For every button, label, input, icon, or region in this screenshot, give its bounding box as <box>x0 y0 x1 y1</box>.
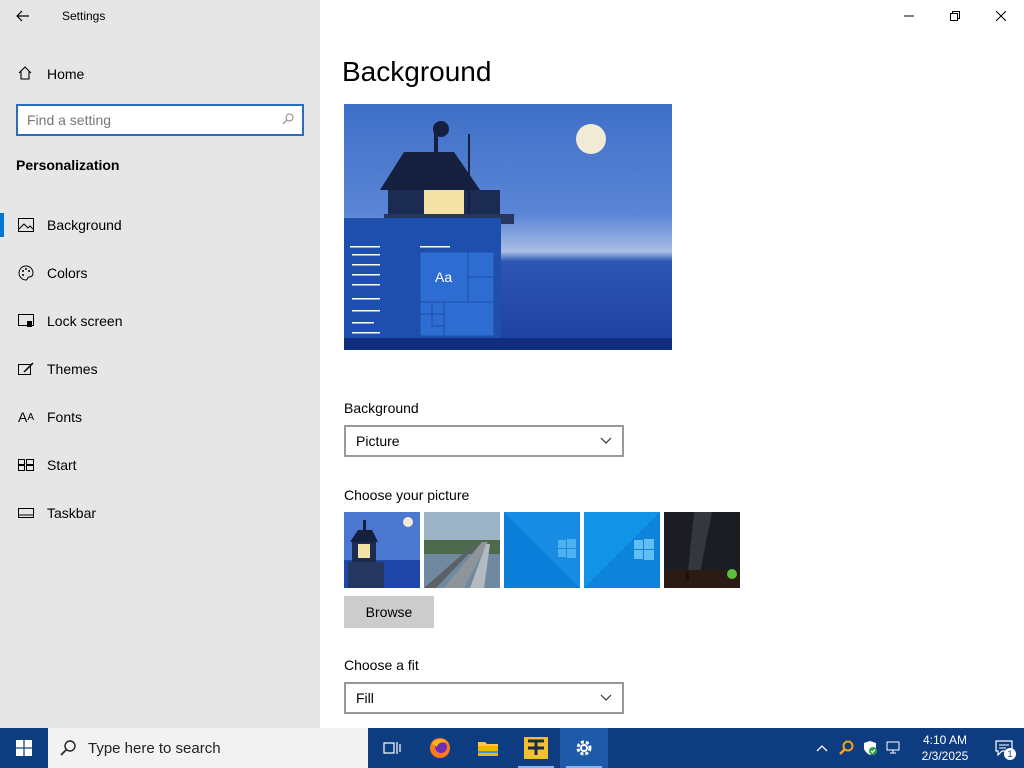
lock-screen-icon <box>16 314 36 328</box>
sidebar-item-label: Taskbar <box>47 505 97 521</box>
back-arrow-icon <box>16 10 29 22</box>
chevron-down-icon <box>600 694 612 701</box>
search-input[interactable] <box>18 106 274 134</box>
sidebar-item-background[interactable]: Background <box>0 201 320 249</box>
thumbnail-windows-blue-2[interactable] <box>584 512 660 588</box>
sidebar-item-fonts[interactable]: AA Fonts <box>0 393 320 441</box>
nav-home-label: Home <box>47 66 85 82</box>
security-tray-button[interactable] <box>858 728 882 768</box>
folder-icon <box>478 742 498 756</box>
picture-thumbnails <box>344 512 740 588</box>
taskbar-icon <box>16 508 36 518</box>
palette-icon <box>16 265 36 281</box>
home-icon <box>16 65 34 84</box>
sidebar-item-label: Fonts <box>47 409 83 425</box>
app-title: Settings <box>62 9 106 23</box>
firefox-icon <box>430 738 450 758</box>
minimize-icon <box>904 15 914 17</box>
magnifier-app-icon <box>839 740 854 755</box>
sidebar-item-label: Background <box>47 217 122 233</box>
chevron-up-icon <box>816 745 828 752</box>
thumbnail-night-sky[interactable] <box>664 512 740 588</box>
start-icon <box>16 459 36 471</box>
restore-button[interactable] <box>932 0 978 32</box>
choose-fit-label: Choose a fit <box>344 657 419 673</box>
find-setting-search[interactable] <box>16 104 304 136</box>
sidebar-item-start[interactable]: Start <box>0 441 320 489</box>
taskbar-search-box[interactable]: Type here to search <box>48 728 368 768</box>
network-tray-button[interactable] <box>882 728 906 768</box>
fit-dropdown-value: Fill <box>356 690 374 706</box>
clock-time: 4:10 AM <box>922 733 968 747</box>
network-icon <box>886 741 900 754</box>
thumbnail-lighthouse[interactable] <box>344 512 420 588</box>
settings-app-button[interactable] <box>560 728 608 768</box>
restore-icon <box>950 11 960 21</box>
clock-date: 2/3/2025 <box>921 749 969 763</box>
picture-icon <box>16 218 36 232</box>
window-controls <box>886 0 1024 32</box>
yellow-app-icon <box>524 737 548 759</box>
search-icon <box>274 113 302 128</box>
close-button[interactable] <box>978 0 1024 32</box>
background-dropdown[interactable]: Picture <box>344 425 624 457</box>
search-icon <box>48 740 88 756</box>
thumbnail-railway[interactable] <box>424 512 500 588</box>
choose-picture-label: Choose your picture <box>344 487 470 503</box>
main-content: Background Aa Background Picture Choose … <box>320 0 1024 728</box>
task-view-button[interactable] <box>368 728 416 768</box>
system-tray: 4:10 AM 2/3/2025 1 <box>810 728 1024 768</box>
background-preview: Aa <box>344 104 672 350</box>
section-title: Personalization <box>16 157 120 173</box>
tray-search-app-button[interactable] <box>834 728 858 768</box>
action-center-button[interactable]: 1 <box>984 728 1024 768</box>
gear-icon <box>576 740 592 756</box>
taskbar-search-placeholder: Type here to search <box>88 739 221 757</box>
shield-icon <box>864 741 877 755</box>
sidebar-item-themes[interactable]: Themes <box>0 345 320 393</box>
minimize-button[interactable] <box>886 0 932 32</box>
preview-sample-text: Aa <box>435 269 452 285</box>
windows-logo-icon <box>16 740 32 756</box>
sidebar-item-colors[interactable]: Colors <box>0 249 320 297</box>
back-button[interactable] <box>0 0 46 32</box>
sidebar-item-label: Lock screen <box>47 313 123 329</box>
settings-sidebar: Settings Home Personalization Background… <box>0 0 320 728</box>
sidebar-item-taskbar[interactable]: Taskbar <box>0 489 320 537</box>
sidebar-item-label: Colors <box>47 265 88 281</box>
chevron-down-icon <box>600 437 612 444</box>
taskbar: Type here to search 4:10 AM 2/3/2025 1 <box>0 728 1024 768</box>
notification-count-badge: 1 <box>1004 748 1016 760</box>
moon-shape <box>576 124 606 154</box>
background-label: Background <box>344 400 419 416</box>
nav-home[interactable]: Home <box>0 56 320 92</box>
sidebar-item-lock-screen[interactable]: Lock screen <box>0 297 320 345</box>
show-hidden-icons-button[interactable] <box>810 728 834 768</box>
close-icon <box>996 11 1006 21</box>
page-title: Background <box>342 56 492 87</box>
title-bar: Settings <box>0 0 320 32</box>
fit-dropdown[interactable]: Fill <box>344 682 624 714</box>
browse-button[interactable]: Browse <box>344 596 434 628</box>
background-dropdown-value: Picture <box>356 433 400 449</box>
taskbar-clock[interactable]: 4:10 AM 2/3/2025 <box>906 732 984 764</box>
fonts-icon: AA <box>17 409 34 425</box>
task-view-icon <box>383 742 401 754</box>
sidebar-item-label: Themes <box>47 361 98 377</box>
sidebar-item-label: Start <box>47 457 77 473</box>
yellow-app-button[interactable] <box>512 728 560 768</box>
file-explorer-button[interactable] <box>464 728 512 768</box>
firefox-button[interactable] <box>416 728 464 768</box>
start-button[interactable] <box>0 728 48 768</box>
themes-icon <box>16 361 36 377</box>
thumbnail-windows-blue-1[interactable] <box>504 512 580 588</box>
nav-list: Background Colors Lock screen Themes AA … <box>0 201 320 537</box>
